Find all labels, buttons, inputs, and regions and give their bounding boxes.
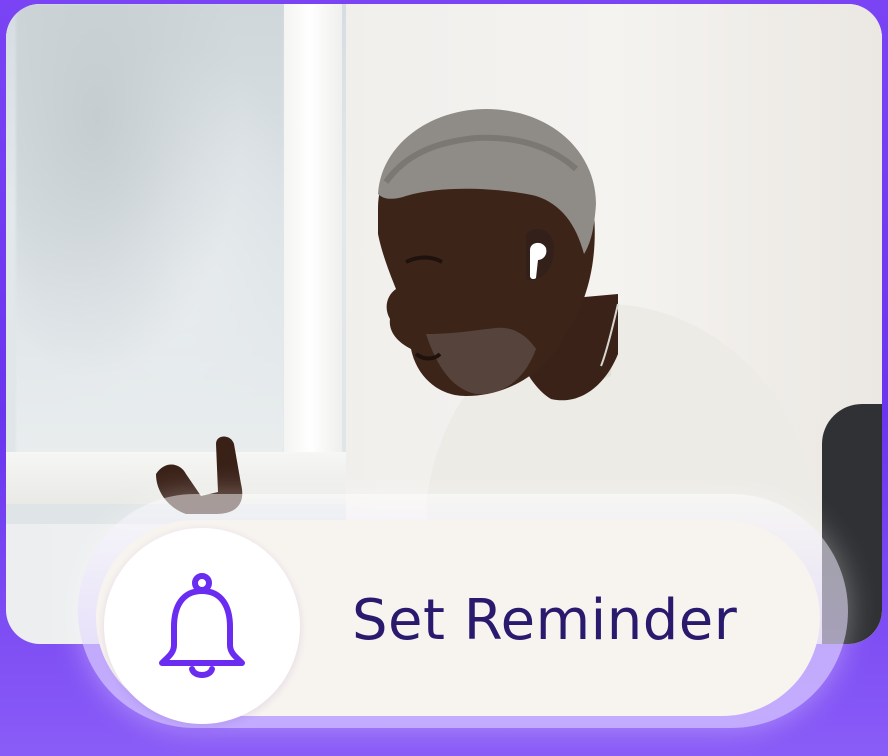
bell-icon <box>159 573 245 678</box>
bell-icon-circle[interactable] <box>104 528 300 724</box>
set-reminder-label[interactable]: Set Reminder <box>352 586 737 656</box>
